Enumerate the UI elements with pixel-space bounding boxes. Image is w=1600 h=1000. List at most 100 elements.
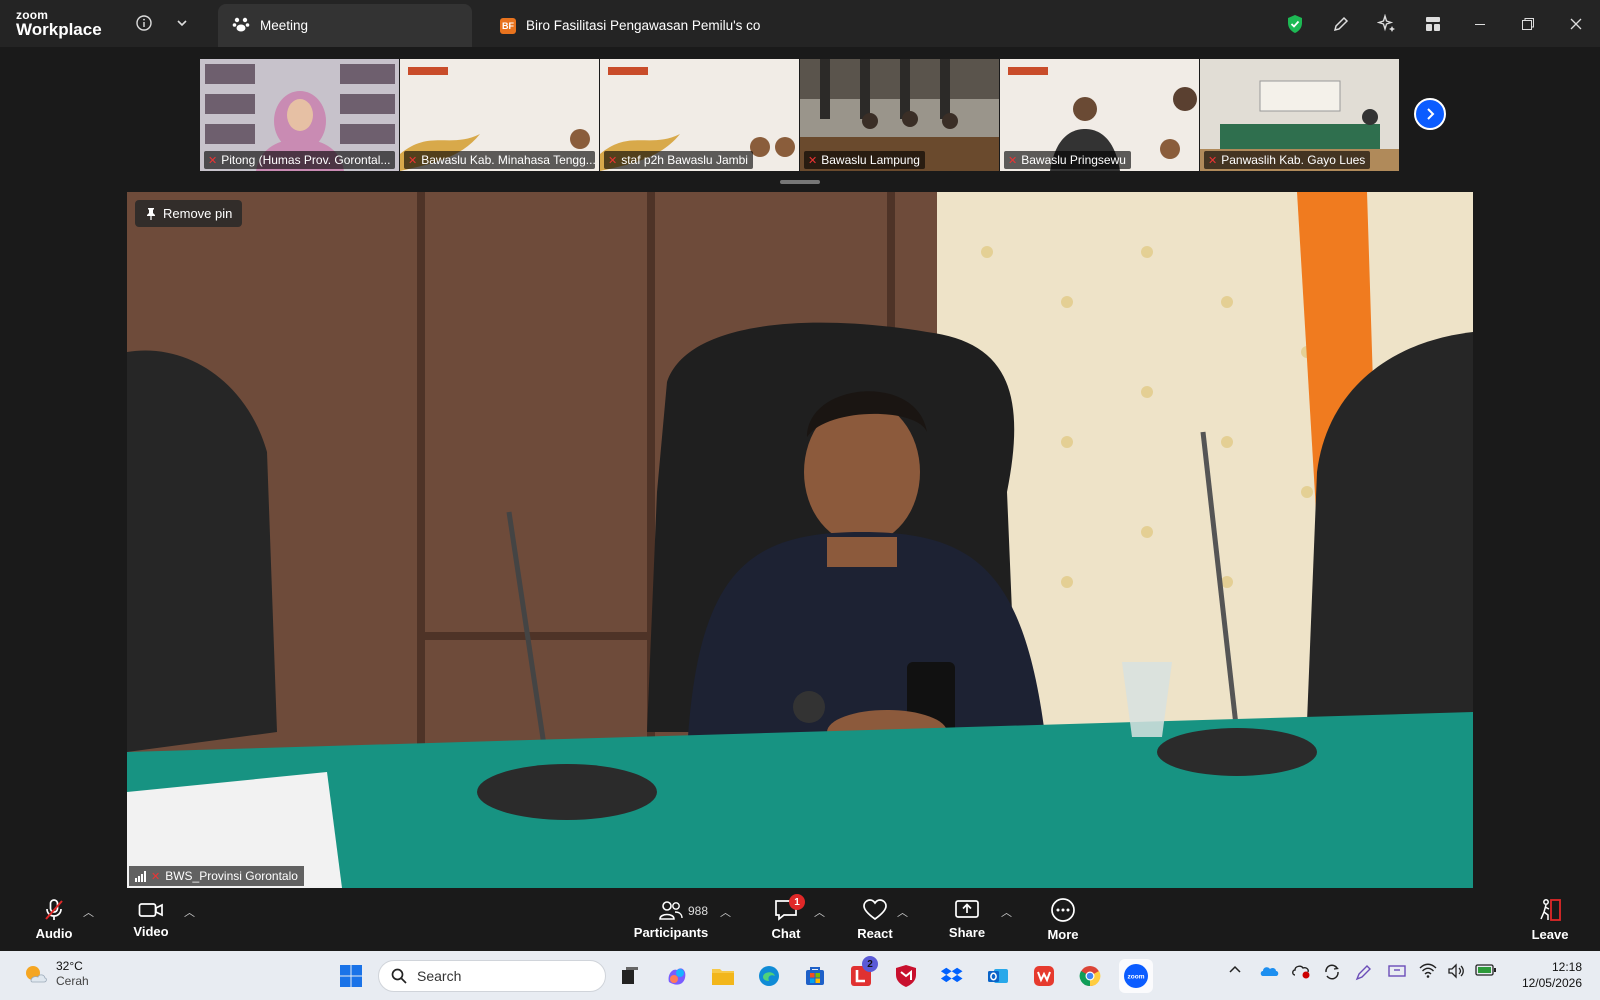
- chevron-down-icon[interactable]: [164, 5, 200, 41]
- ai-sparkle-icon[interactable]: [1364, 0, 1410, 47]
- share-options-caret-icon[interactable]: ︿: [1001, 904, 1012, 920]
- participants-count: 988: [688, 904, 709, 918]
- gallery-strip: ✕ Pitong (Humas Prov. Gorontal... ✕ Bawasl…: [200, 59, 1399, 171]
- edge-browser-icon[interactable]: [752, 959, 786, 993]
- signal-strength-icon: [135, 870, 146, 882]
- muted-mic-icon: ✕: [1008, 154, 1018, 167]
- bf-badge: BF: [500, 17, 516, 34]
- weather-widget[interactable]: 32°C Cerah: [22, 959, 89, 989]
- tab-meeting[interactable]: Meeting: [218, 4, 472, 47]
- volume-icon[interactable]: [1447, 963, 1465, 982]
- muted-mic-icon: ✕: [1208, 154, 1218, 167]
- more-dots-icon: [1051, 898, 1075, 922]
- file-explorer-icon[interactable]: [706, 959, 740, 993]
- microsoft-store-icon[interactable]: [798, 959, 832, 993]
- muted-mic-icon: ✕: [608, 154, 618, 167]
- participants-options-caret-icon[interactable]: ︿: [720, 904, 731, 920]
- chat-options-caret-icon[interactable]: ︿: [814, 904, 825, 920]
- brand-big: Workplace: [16, 20, 102, 39]
- participants-label: Participants: [633, 925, 709, 940]
- audio-button[interactable]: Audio: [30, 888, 78, 951]
- pin-icon: [147, 207, 155, 220]
- muted-mic-icon: ✕: [808, 154, 818, 167]
- participants-icon: [659, 901, 683, 920]
- participant-label: ✕ Pitong (Humas Prov. Gorontal...: [204, 151, 395, 169]
- participant-tile[interactable]: ✕ Bawaslu Pringsewu: [1000, 59, 1199, 171]
- paw-icon: [232, 15, 250, 36]
- weather-temperature: 32°C: [56, 959, 83, 973]
- wifi-icon[interactable]: [1419, 963, 1437, 982]
- mcafee-shield-icon[interactable]: [889, 959, 923, 993]
- weather-sun-icon: [26, 966, 47, 983]
- weather-condition: Cerah: [56, 974, 89, 988]
- wps-office-icon[interactable]: [1027, 959, 1061, 993]
- remove-pin-button[interactable]: Remove pin: [135, 200, 243, 227]
- participant-label: ✕ Bawaslu Kab. Minahasa Tengg...: [404, 151, 595, 169]
- projector-icon[interactable]: [1387, 963, 1407, 982]
- pen-input-icon[interactable]: [1355, 963, 1373, 984]
- participant-label: ✕ Bawaslu Pringsewu: [1004, 151, 1131, 169]
- tab-meeting-label: Meeting: [260, 18, 309, 33]
- leave-door-icon: [1540, 899, 1561, 921]
- video-button[interactable]: Video: [127, 888, 175, 951]
- participant-tile[interactable]: ✕ Bawaslu Kab. Minahasa Tengg...: [400, 59, 599, 171]
- outlook-icon[interactable]: [981, 959, 1015, 993]
- search-placeholder: Search: [417, 968, 462, 984]
- task-view-icon[interactable]: [613, 959, 647, 993]
- heart-icon: [863, 899, 887, 921]
- participant-tile[interactable]: ✕ Bawaslu Lampung: [800, 59, 999, 171]
- participants-button[interactable]: Participants: [632, 888, 710, 951]
- react-options-caret-icon[interactable]: ︿: [897, 904, 908, 920]
- taskbar-search[interactable]: Search: [378, 960, 606, 992]
- more-button[interactable]: More: [1040, 888, 1086, 951]
- restore-icon[interactable]: [1504, 0, 1552, 47]
- sync-icon[interactable]: [1323, 963, 1341, 984]
- pen-icon[interactable]: [1318, 0, 1364, 47]
- onedrive-cloud-icon[interactable]: [1259, 963, 1279, 980]
- video-camera-icon: [138, 903, 163, 917]
- leave-label: Leave: [1531, 927, 1569, 942]
- resize-handle[interactable]: [780, 180, 820, 184]
- taskbar-clock[interactable]: 12:18 12/05/2026: [1522, 959, 1582, 991]
- windows-taskbar: 32°C Cerah Search 2 zoom 12:18 12/05/202…: [0, 951, 1600, 1000]
- pinned-video[interactable]: Remove pin ✕ BWS_Provinsi Gorontalo: [127, 192, 1473, 888]
- network-blocked-icon[interactable]: [1291, 963, 1311, 982]
- minimize-icon[interactable]: [1456, 0, 1504, 47]
- chat-label: Chat: [771, 926, 801, 941]
- react-button[interactable]: React: [852, 888, 898, 951]
- close-icon[interactable]: [1552, 0, 1600, 47]
- copilot-icon[interactable]: [660, 959, 694, 993]
- info-icon[interactable]: [126, 5, 162, 41]
- svg-text:zoom: zoom: [1128, 974, 1145, 981]
- zoom-app-icon[interactable]: zoom: [1119, 959, 1153, 993]
- participant-tile[interactable]: ✕ Pitong (Humas Prov. Gorontal...: [200, 59, 399, 171]
- next-page-button[interactable]: [1414, 98, 1446, 130]
- muted-mic-icon: ✕: [408, 154, 418, 167]
- app-notification-badge: 2: [862, 956, 878, 972]
- tab-biro-label: Biro Fasilitasi Pengawasan Pemilu's co: [526, 18, 761, 33]
- share-screen-icon: [955, 900, 979, 918]
- participant-tile[interactable]: ✕ staf p2h Bawaslu Jambi: [600, 59, 799, 171]
- clock-time: 12:18: [1551, 960, 1582, 974]
- chrome-icon[interactable]: [1073, 959, 1107, 993]
- windows-start-icon[interactable]: [334, 959, 368, 993]
- audio-options-caret-icon[interactable]: ︿: [83, 904, 94, 920]
- apps-grid-icon[interactable]: [1410, 0, 1456, 47]
- audio-label: Audio: [35, 926, 73, 941]
- muted-mic-icon: ✕: [151, 870, 161, 883]
- show-hidden-icons-chevron-icon[interactable]: [1228, 963, 1242, 980]
- chevron-right-icon: [1427, 108, 1435, 120]
- shield-icon[interactable]: [1272, 0, 1318, 47]
- participant-tile[interactable]: ✕ Panwaslih Kab. Gayo Lues: [1200, 59, 1399, 171]
- dropbox-icon[interactable]: [935, 959, 969, 993]
- clock-date: 12/05/2026: [1521, 976, 1582, 991]
- share-button[interactable]: Share: [944, 888, 990, 951]
- video-options-caret-icon[interactable]: ︿: [184, 904, 195, 920]
- battery-icon[interactable]: [1475, 963, 1497, 980]
- tab-biro-fasilitasi[interactable]: BF Biro Fasilitasi Pengawasan Pemilu's c…: [486, 4, 846, 47]
- zoom-logo: zoom Workplace: [0, 9, 130, 38]
- leave-button[interactable]: Leave: [1528, 888, 1572, 951]
- share-label: Share: [948, 925, 986, 940]
- muted-microphone-icon: [45, 899, 63, 920]
- muted-mic-icon: ✕: [208, 154, 218, 167]
